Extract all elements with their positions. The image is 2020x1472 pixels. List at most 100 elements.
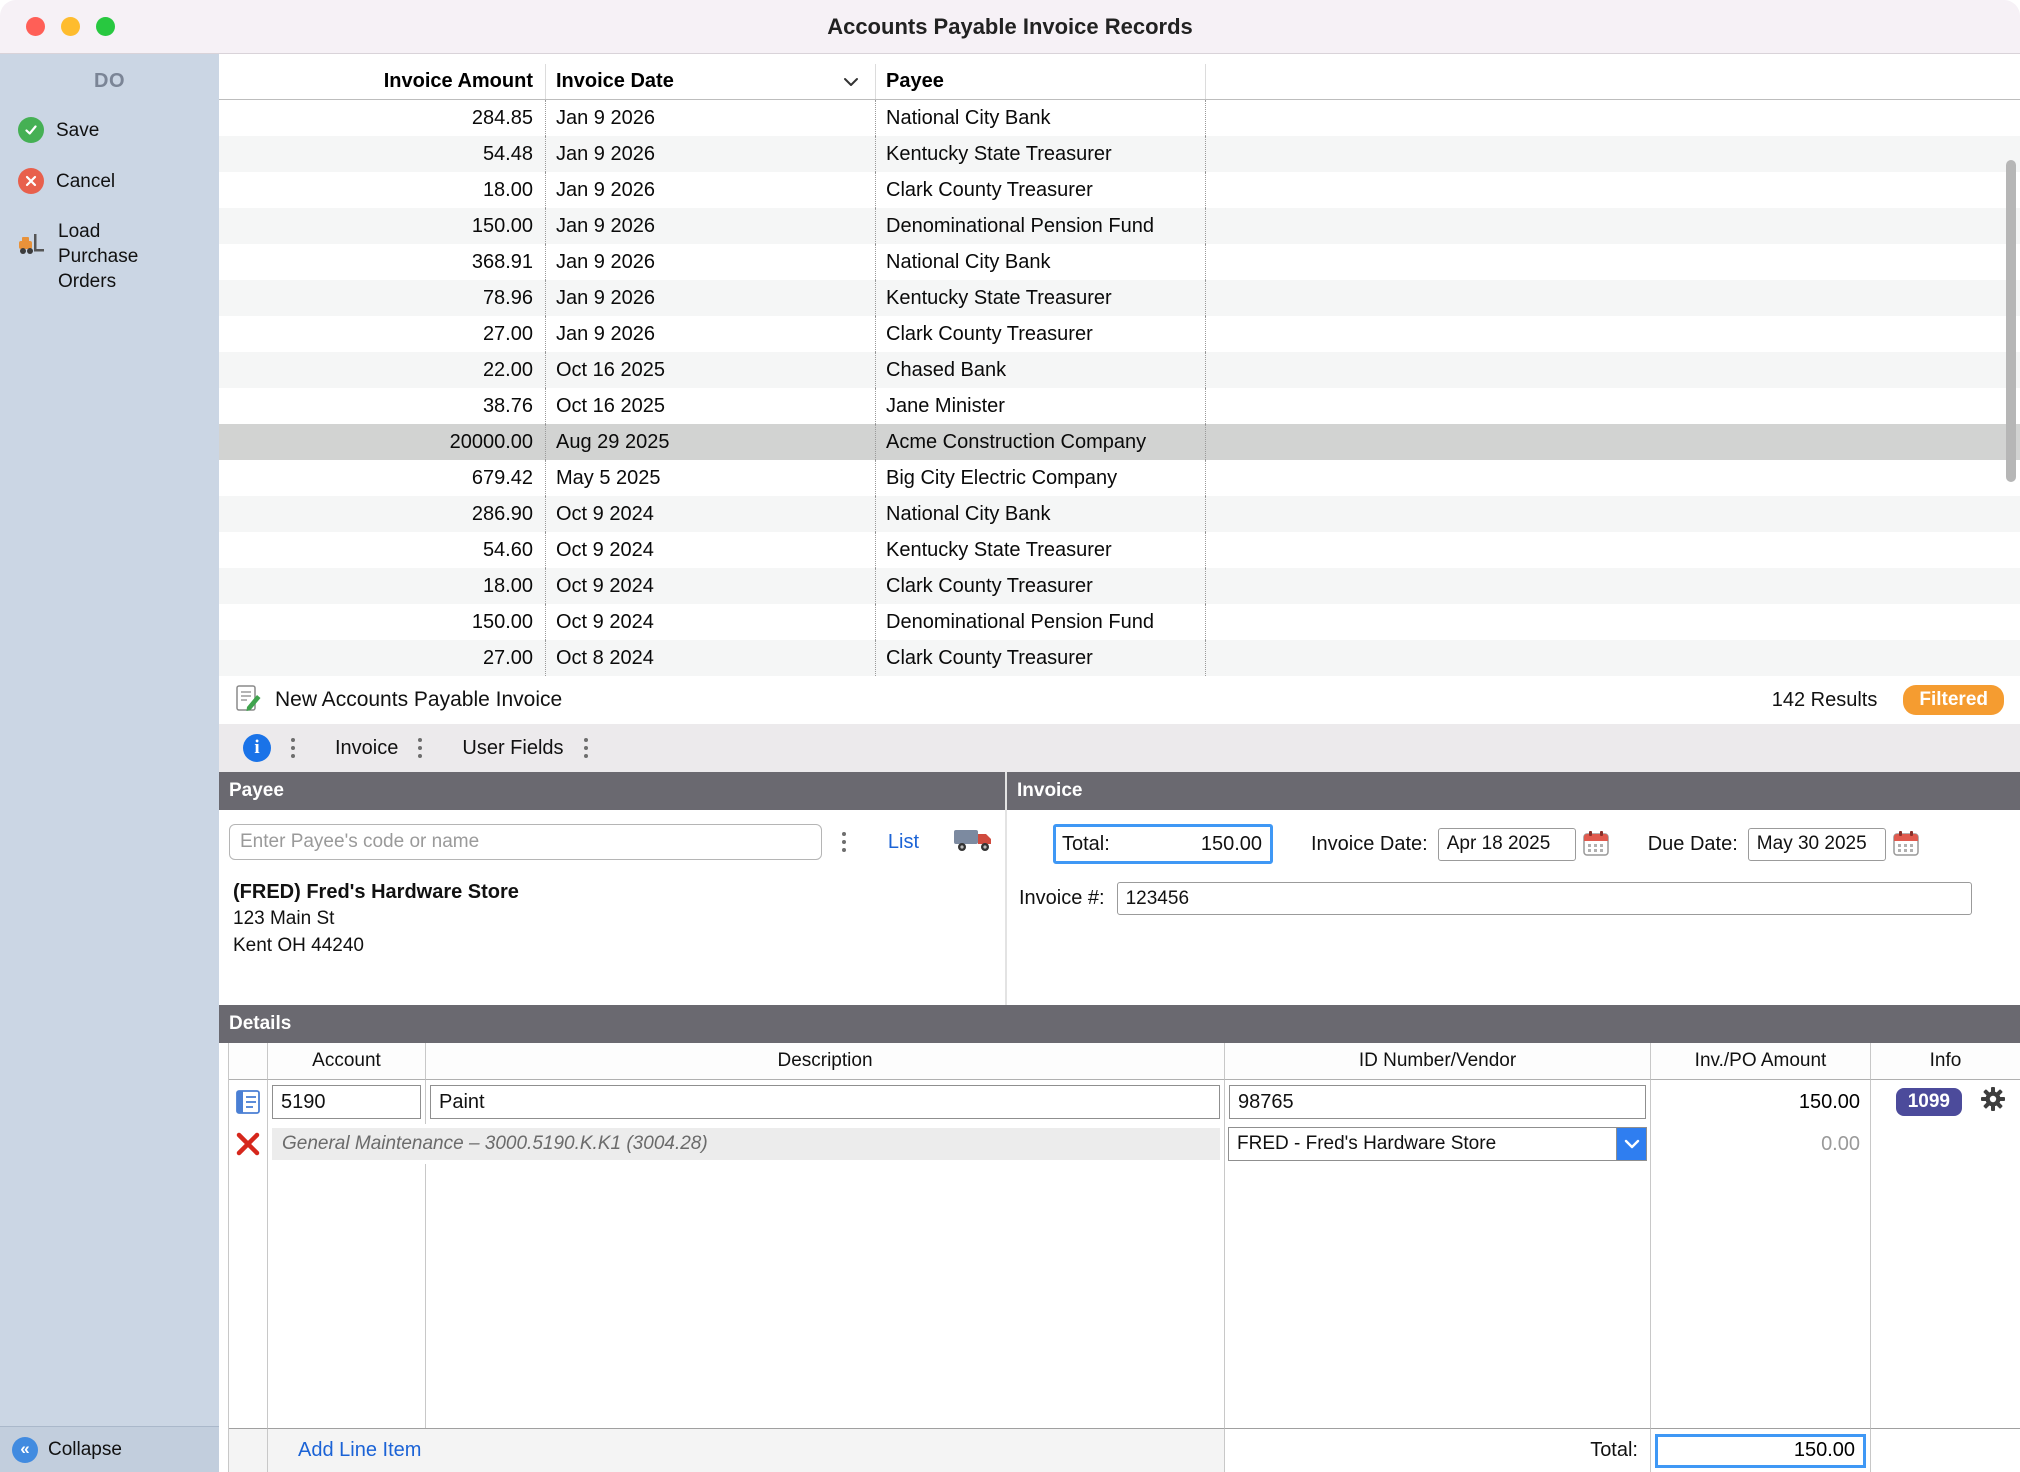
column-header-payee[interactable]: Payee bbox=[876, 64, 1206, 99]
chevron-down-icon[interactable] bbox=[843, 70, 859, 93]
sidebar: DO Save Cancel bbox=[0, 54, 219, 1472]
description-input[interactable]: Paint bbox=[430, 1085, 1220, 1119]
payee-cell: Denominational Pension Fund bbox=[876, 208, 1206, 244]
badge-1099[interactable]: 1099 bbox=[1896, 1088, 1962, 1116]
info-icon[interactable]: i bbox=[243, 734, 271, 762]
vendor-dropdown-button[interactable] bbox=[1616, 1128, 1646, 1160]
add-line-item-link[interactable]: Add Line Item bbox=[268, 1439, 421, 1462]
table-row[interactable]: 54.60 Oct 9 2024 Kentucky State Treasure… bbox=[219, 532, 2020, 568]
row-filler bbox=[1206, 244, 2020, 280]
table-row[interactable]: 54.48 Jan 9 2026 Kentucky State Treasure… bbox=[219, 136, 2020, 172]
account-detail-text: General Maintenance – 3000.5190.K.K1 (30… bbox=[272, 1128, 1220, 1160]
invoice-amount-cell: 27.00 bbox=[219, 316, 546, 352]
vertical-scrollbar-thumb[interactable] bbox=[2006, 160, 2016, 482]
invoice-date-cell: Jan 9 2026 bbox=[546, 244, 876, 280]
row-filler bbox=[1206, 532, 2020, 568]
line-item-amount[interactable]: 150.00 bbox=[1651, 1080, 1871, 1124]
details-header-account: Account bbox=[268, 1043, 426, 1080]
invoice-records-table: Invoice Amount Invoice Date Payee 284.85… bbox=[219, 54, 2020, 676]
table-row[interactable]: 286.90 Oct 9 2024 National City Bank bbox=[219, 496, 2020, 532]
payee-more-options-icon[interactable] bbox=[836, 828, 852, 856]
invoice-date-cell: Jan 9 2026 bbox=[546, 316, 876, 352]
save-button[interactable]: Save bbox=[0, 117, 219, 144]
new-invoice-title: New Accounts Payable Invoice bbox=[275, 688, 562, 712]
payee-cell: Jane Minister bbox=[876, 388, 1206, 424]
collapse-chevrons-icon: « bbox=[12, 1437, 38, 1463]
table-row[interactable]: 20000.00 Aug 29 2025 Acme Construction C… bbox=[219, 424, 2020, 460]
payee-cell: Kentucky State Treasurer bbox=[876, 280, 1206, 316]
table-row[interactable]: 368.91 Jan 9 2026 National City Bank bbox=[219, 244, 2020, 280]
table-row[interactable]: 27.00 Jan 9 2026 Clark County Treasurer bbox=[219, 316, 2020, 352]
sidebar-header: DO bbox=[0, 70, 219, 93]
details-filler-description-col bbox=[426, 1164, 1225, 1428]
details-total-label-cell: Total: bbox=[1225, 1428, 1651, 1472]
invoice-date-cell: Aug 29 2025 bbox=[546, 424, 876, 460]
invoice-date-cell: Oct 8 2024 bbox=[546, 640, 876, 676]
table-row[interactable]: 27.00 Oct 8 2024 Clark County Treasurer bbox=[219, 640, 2020, 676]
details-filler-id-col bbox=[1225, 1164, 1651, 1428]
cancel-label: Cancel bbox=[56, 168, 115, 195]
tab-invoice[interactable]: Invoice bbox=[335, 737, 398, 760]
column-header-invoice-date[interactable]: Invoice Date bbox=[546, 64, 876, 99]
delivery-truck-icon[interactable] bbox=[953, 826, 995, 859]
invoice-total-field[interactable]: Total: 150.00 bbox=[1053, 824, 1273, 864]
invoice-amount-cell: 20000.00 bbox=[219, 424, 546, 460]
row-filler bbox=[1206, 136, 2020, 172]
payee-cell: National City Bank bbox=[876, 100, 1206, 136]
row-filler bbox=[1206, 208, 2020, 244]
table-row[interactable]: 150.00 Oct 9 2024 Denominational Pension… bbox=[219, 604, 2020, 640]
invoice-number-input[interactable] bbox=[1117, 882, 1972, 915]
invoice-amount-cell: 679.42 bbox=[219, 460, 546, 496]
table-row[interactable]: 22.00 Oct 16 2025 Chased Bank bbox=[219, 352, 2020, 388]
invoice-date-cell: Jan 9 2026 bbox=[546, 172, 876, 208]
row-filler bbox=[1206, 496, 2020, 532]
row-filler bbox=[1206, 100, 2020, 136]
records-table-header: Invoice Amount Invoice Date Payee bbox=[219, 64, 2020, 100]
invoice-date-input[interactable] bbox=[1438, 828, 1576, 861]
details-total-field[interactable]: 150.00 bbox=[1655, 1434, 1866, 1468]
vendor-dropdown[interactable]: FRED - Fred's Hardware Store bbox=[1228, 1127, 1647, 1161]
forklift-icon bbox=[18, 218, 46, 262]
payee-cell: National City Bank bbox=[876, 244, 1206, 280]
table-row[interactable]: 679.42 May 5 2025 Big City Electric Comp… bbox=[219, 460, 2020, 496]
delete-line-item-icon[interactable] bbox=[229, 1124, 268, 1164]
invoice-date-cell: Oct 9 2024 bbox=[546, 496, 876, 532]
table-row[interactable]: 78.96 Jan 9 2026 Kentucky State Treasure… bbox=[219, 280, 2020, 316]
filtered-badge[interactable]: Filtered bbox=[1903, 685, 2004, 715]
table-row[interactable]: 284.85 Jan 9 2026 National City Bank bbox=[219, 100, 2020, 136]
payee-cell: Clark County Treasurer bbox=[876, 640, 1206, 676]
tab-user-fields[interactable]: User Fields bbox=[462, 737, 563, 760]
tab-bar: i Invoice User Fields bbox=[219, 724, 2020, 772]
id-number-input[interactable]: 98765 bbox=[1229, 1085, 1646, 1119]
table-row[interactable]: 150.00 Jan 9 2026 Denominational Pension… bbox=[219, 208, 2020, 244]
invoice-tab-more-options-icon[interactable] bbox=[412, 734, 428, 762]
invoice-amount-cell: 150.00 bbox=[219, 208, 546, 244]
payee-list-link[interactable]: List bbox=[888, 831, 919, 854]
table-row[interactable]: 18.00 Jan 9 2026 Clark County Treasurer bbox=[219, 172, 2020, 208]
due-date-calendar-icon[interactable] bbox=[1892, 830, 1920, 858]
account-input[interactable]: 5190 bbox=[272, 1085, 421, 1119]
invoice-amount-cell: 150.00 bbox=[219, 604, 546, 640]
info-more-options-icon[interactable] bbox=[285, 734, 301, 762]
table-row[interactable]: 18.00 Oct 9 2024 Clark County Treasurer bbox=[219, 568, 2020, 604]
load-purchase-orders-button[interactable]: Load Purchase Orders bbox=[0, 218, 219, 294]
invoice-amount-cell: 38.76 bbox=[219, 388, 546, 424]
user-fields-tab-more-options-icon[interactable] bbox=[578, 734, 594, 762]
gear-icon[interactable] bbox=[1978, 1084, 2008, 1120]
payee-cell: Acme Construction Company bbox=[876, 424, 1206, 460]
due-date-input[interactable] bbox=[1748, 828, 1886, 861]
line-item-detail-icon[interactable] bbox=[229, 1080, 268, 1124]
details-bottom-info-col bbox=[1871, 1428, 2020, 1472]
invoice-amount-cell: 284.85 bbox=[219, 100, 546, 136]
invoice-amount-cell: 368.91 bbox=[219, 244, 546, 280]
table-row[interactable]: 38.76 Oct 16 2025 Jane Minister bbox=[219, 388, 2020, 424]
column-header-invoice-amount[interactable]: Invoice Amount bbox=[219, 64, 546, 99]
payee-cell: Chased Bank bbox=[876, 352, 1206, 388]
collapse-button[interactable]: « Collapse bbox=[0, 1426, 219, 1472]
cancel-button[interactable]: Cancel bbox=[0, 168, 219, 195]
invoice-date-calendar-icon[interactable] bbox=[1582, 830, 1610, 858]
invoice-amount-cell: 22.00 bbox=[219, 352, 546, 388]
row-filler bbox=[1206, 352, 2020, 388]
payee-cell: Big City Electric Company bbox=[876, 460, 1206, 496]
payee-search-input[interactable] bbox=[229, 824, 822, 860]
